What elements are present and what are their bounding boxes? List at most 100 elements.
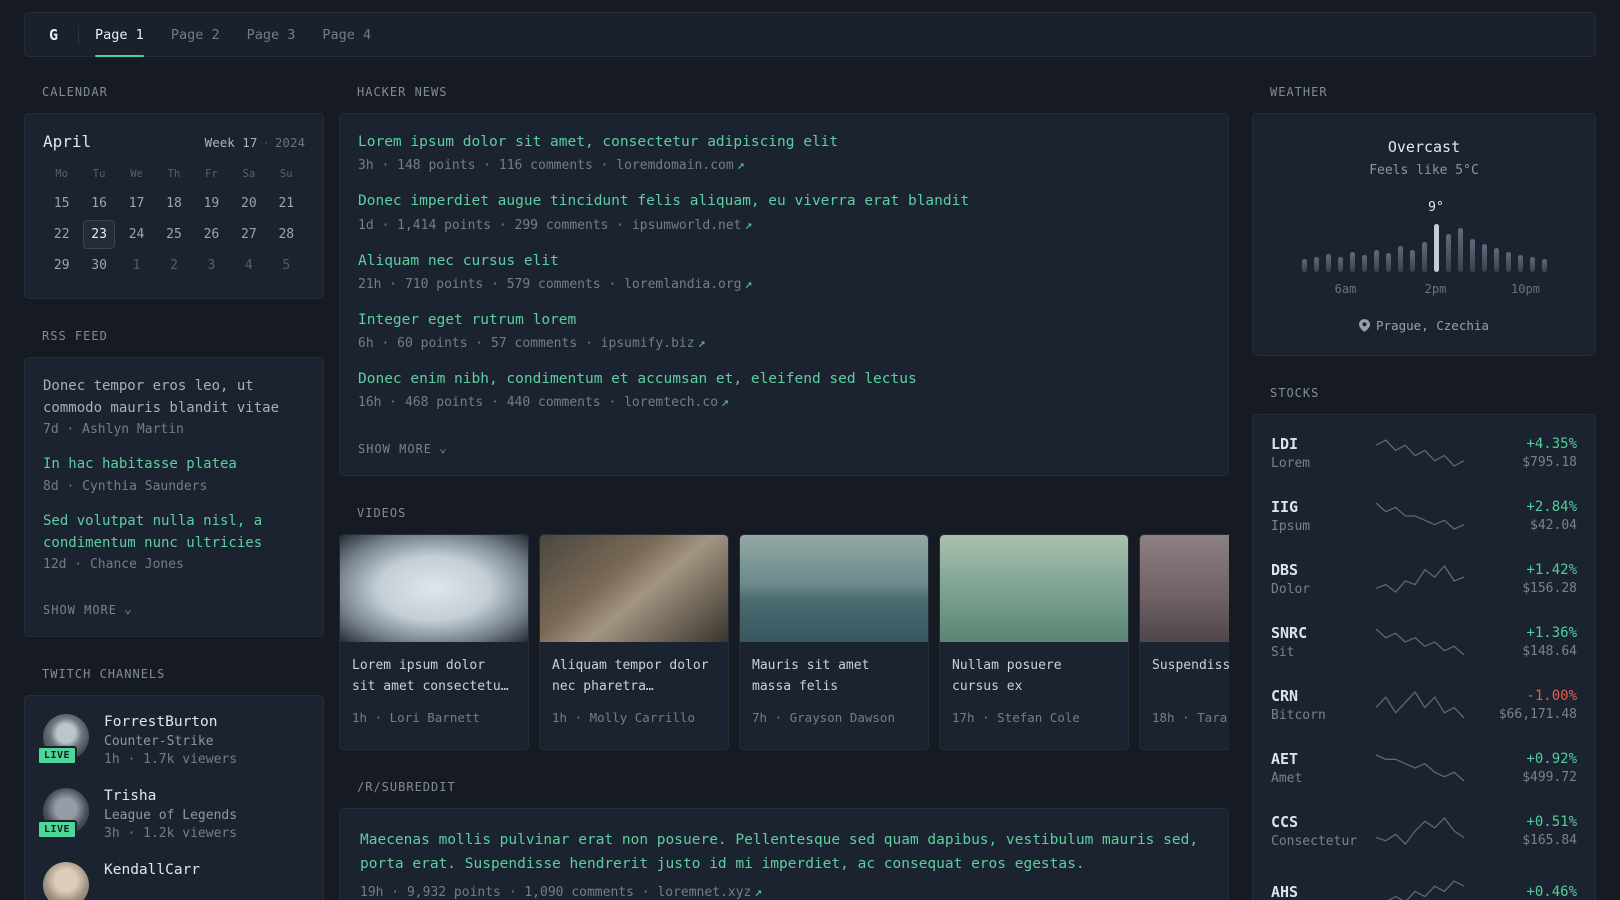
calendar-day: 17 bbox=[128, 196, 145, 211]
stock-row: AHS +0.46% bbox=[1271, 862, 1577, 900]
stocks-widget: STOCKS LDI Lorem +4.35% $795.18 IIG Ipsu… bbox=[1252, 386, 1596, 900]
hackernews-section-title: HACKER NEWS bbox=[357, 85, 448, 99]
channel-name: Trisha bbox=[104, 788, 157, 805]
time-label: 10pm bbox=[1511, 282, 1540, 296]
stock-price: $156.28 bbox=[1522, 580, 1577, 596]
stock-name: Lorem bbox=[1271, 455, 1311, 471]
channel-meta: 3h · 1.2k viewers bbox=[104, 826, 238, 842]
calendar-day: 30 bbox=[91, 258, 107, 273]
stock-symbol: IIG bbox=[1271, 497, 1299, 516]
weather-condition: Overcast bbox=[1387, 138, 1461, 156]
hackernews-item-link[interactable]: Integer eget rutrum lorem bbox=[358, 310, 1210, 330]
calendar-day: 23 bbox=[83, 220, 116, 249]
rss-show-more-button[interactable]: SHOW MORE ⌄ bbox=[43, 603, 133, 617]
day-of-week-label: Su bbox=[279, 168, 293, 180]
channel-info: Trisha League of Legends 3h · 1.2k viewe… bbox=[104, 788, 237, 841]
hackernews-widget: HACKER NEWS Lorem ipsum dolor sit amet, … bbox=[339, 85, 1229, 477]
weather-widget: WEATHER Overcast Feels like 5°C 9° 6am 2… bbox=[1252, 85, 1596, 356]
twitch-channel[interactable]: LIVE Trisha League of Legends 3h · 1.2k … bbox=[37, 788, 305, 841]
calendar-day: 27 bbox=[241, 227, 257, 242]
stock-sparkline bbox=[1376, 502, 1464, 530]
video-card[interactable]: Aliquam tempor dolor nec pharetra… 1h · … bbox=[539, 534, 729, 751]
app-logo[interactable]: G bbox=[43, 26, 64, 44]
left-column: CALENDAR April Week 17 · 2024 Mo Tu We Th Fr Sa… bbox=[24, 85, 324, 900]
source-domain-link[interactable]: loremtech.co bbox=[624, 395, 718, 410]
page-tabs: Page 1 Page 2 Page 3 Page 4 bbox=[95, 13, 371, 57]
stock-sparkline bbox=[1376, 753, 1464, 781]
video-info: Aliquam tempor dolor nec pharetra… 1h · … bbox=[540, 642, 728, 749]
twitch-channel-list: LIVE ForrestBurton Counter-Strike 1h · 1… bbox=[37, 714, 305, 900]
video-card[interactable]: Mauris sit amet massa felis 7h · Grayson… bbox=[739, 534, 929, 751]
stock-values: +2.84% $42.04 bbox=[1465, 499, 1577, 533]
stock-values: -1.00% $66,171.48 bbox=[1465, 688, 1577, 722]
calendar-day: 25 bbox=[166, 227, 182, 242]
channel-meta: 1h · 1.7k viewers bbox=[104, 752, 238, 768]
twitch-channel[interactable]: LIVE ForrestBurton Counter-Strike 1h · 1… bbox=[37, 714, 305, 768]
top-nav: G Page 1 Page 2 Page 3 Page 4 bbox=[24, 12, 1596, 57]
calendar-day: 19 bbox=[203, 196, 220, 211]
hackernews-item-link[interactable]: Aliquam nec cursus elit bbox=[358, 251, 1210, 271]
stock-name: Dolor bbox=[1271, 581, 1311, 597]
rss-item-link[interactable]: Sed volutpat nulla nisl, a condimentum n… bbox=[43, 511, 305, 554]
subreddit-section-title: /R/SUBREDDIT bbox=[357, 780, 456, 795]
avatar bbox=[43, 862, 89, 900]
source-domain-link[interactable]: loremdomain.com bbox=[616, 158, 733, 173]
page-tab[interactable]: Page 3 bbox=[247, 13, 296, 56]
subreddit-card: Maecenas mollis pulvinar erat non posuer… bbox=[339, 808, 1229, 900]
source-domain-link[interactable]: loremlandia.org bbox=[624, 277, 741, 292]
rss-item: Sed volutpat nulla nisl, a condimentum n… bbox=[43, 511, 305, 572]
video-card[interactable]: Suspendisse diam 18h · Tara bbox=[1139, 534, 1229, 751]
stock-symbol: CCS bbox=[1271, 812, 1299, 831]
rss-item-link[interactable]: Donec tempor eros leo, ut commodo mauris… bbox=[43, 376, 305, 419]
time-label: 6am bbox=[1334, 282, 1357, 296]
stock-row: DBS Dolor +1.42% $156.28 bbox=[1271, 547, 1577, 610]
rss-item-link[interactable]: In hac habitasse platea bbox=[43, 454, 305, 476]
separator-dot: · bbox=[262, 135, 270, 150]
subreddit-post-link[interactable]: Maecenas mollis pulvinar erat non posuer… bbox=[360, 829, 1208, 876]
calendar-day: 29 bbox=[53, 258, 70, 273]
external-link-icon: ↗ bbox=[744, 276, 753, 292]
calendar-month: April bbox=[43, 132, 92, 151]
page-tab[interactable]: Page 2 bbox=[171, 13, 220, 56]
calendar-header: April Week 17 · 2024 bbox=[43, 132, 305, 151]
hackernews-item-link[interactable]: Donec imperdiet augue tincidunt felis al… bbox=[358, 191, 1210, 211]
video-card[interactable]: Lorem ipsum dolor sit amet consectetu… 1… bbox=[339, 534, 529, 751]
hackernews-item-link[interactable]: Lorem ipsum dolor sit amet, consectetur … bbox=[358, 132, 1210, 152]
video-title: Nullam posuere cursus ex bbox=[952, 658, 1062, 695]
stock-values: +4.35% $795.18 bbox=[1465, 436, 1577, 470]
stock-values: +0.51% $165.84 bbox=[1465, 814, 1577, 848]
stock-identity: SNRC Sit bbox=[1271, 624, 1375, 660]
stock-row: LDI Lorem +4.35% $795.18 bbox=[1271, 421, 1577, 484]
external-link-icon: ↗ bbox=[744, 217, 753, 233]
hackernews-show-more-button[interactable]: SHOW MORE ⌄ bbox=[358, 442, 448, 456]
channel-avatar: LIVE bbox=[43, 862, 89, 900]
source-domain-link[interactable]: ipsumify.biz bbox=[601, 336, 695, 351]
hackernews-list: Lorem ipsum dolor sit amet, consectetur … bbox=[358, 132, 1210, 410]
channel-name: ForrestBurton bbox=[104, 714, 218, 731]
calendar-day: 21 bbox=[278, 196, 295, 211]
hackernews-item-link[interactable]: Donec enim nibh, condimentum et accumsan… bbox=[358, 369, 1210, 389]
show-more-label: SHOW MORE bbox=[358, 442, 433, 457]
calendar-day: 4 bbox=[244, 258, 253, 273]
videos-widget: VIDEOS Lorem ipsum dolor sit amet consec… bbox=[339, 506, 1229, 751]
stocks-card: LDI Lorem +4.35% $795.18 IIG Ipsum +2.84… bbox=[1252, 414, 1596, 900]
stock-values: +1.42% $156.28 bbox=[1465, 562, 1577, 596]
video-thumbnail bbox=[340, 535, 528, 643]
stock-identity: DBS Dolor bbox=[1271, 561, 1375, 597]
stock-symbol: AET bbox=[1271, 749, 1299, 768]
stock-sparkline bbox=[1376, 564, 1464, 593]
video-card[interactable]: Nullam posuere cursus ex 17h · Stefan Co… bbox=[939, 534, 1129, 751]
external-link-icon: ↗ bbox=[736, 158, 745, 174]
stock-change: +1.36% bbox=[1526, 624, 1577, 641]
page-tab[interactable]: Page 1 bbox=[95, 13, 144, 57]
twitch-channel[interactable]: LIVE KendallCarr bbox=[43, 862, 305, 900]
twitch-section-title: TWITCH CHANNELS bbox=[42, 667, 166, 682]
calendar-day: 24 bbox=[128, 227, 145, 242]
source-domain-link[interactable]: loremnet.xyz bbox=[657, 885, 751, 900]
source-domain-link[interactable]: ipsumworld.net bbox=[632, 218, 742, 233]
hackernews-item: Donec imperdiet augue tincidunt felis al… bbox=[358, 191, 1210, 232]
page-tab[interactable]: Page 4 bbox=[322, 13, 371, 56]
external-link-icon: ↗ bbox=[721, 395, 729, 411]
stock-row: IIG Ipsum +2.84% $42.04 bbox=[1271, 484, 1577, 547]
weather-time-labels: 6am 2pm 10pm bbox=[1302, 282, 1547, 297]
